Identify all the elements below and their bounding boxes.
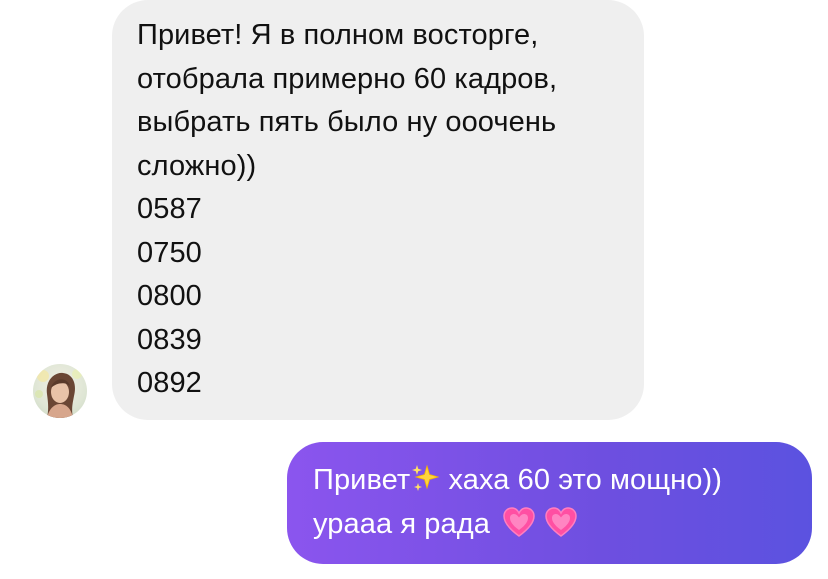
outgoing-line-1: Привет хаха 60 это мощно)) [313, 459, 792, 503]
reply-text: хаха 60 это мощно)) [440, 464, 723, 496]
outgoing-message-bubble[interactable]: Привет хаха 60 это мощно)) урааа я рада [287, 442, 812, 564]
frame-number: 0839 [137, 323, 202, 356]
avatar-photo [35, 369, 82, 418]
message-line: сложно)) [137, 149, 257, 182]
message-line: Привет! Я в полном восторге, [137, 19, 539, 51]
reply-text-2: урааа я рада [313, 507, 499, 540]
growing-heart-icon [502, 506, 536, 538]
message-line: выбрать пять было ну ооочень [137, 106, 557, 138]
message-line: отобрала примерно 60 кадров, [137, 62, 558, 95]
frame-number: 0750 [137, 236, 202, 269]
outgoing-line-2: урааа я рада [313, 503, 792, 547]
incoming-message-bubble[interactable]: Привет! Я в полном восторге, отобрала пр… [112, 0, 644, 420]
growing-heart-icon [544, 506, 578, 538]
frame-number: 0587 [137, 193, 202, 225]
sparkles-icon [410, 463, 440, 493]
frame-number: 0800 [137, 280, 202, 312]
frame-number: 0892 [137, 367, 202, 399]
greeting-text: Привет [313, 464, 411, 496]
contact-avatar[interactable] [33, 364, 87, 418]
